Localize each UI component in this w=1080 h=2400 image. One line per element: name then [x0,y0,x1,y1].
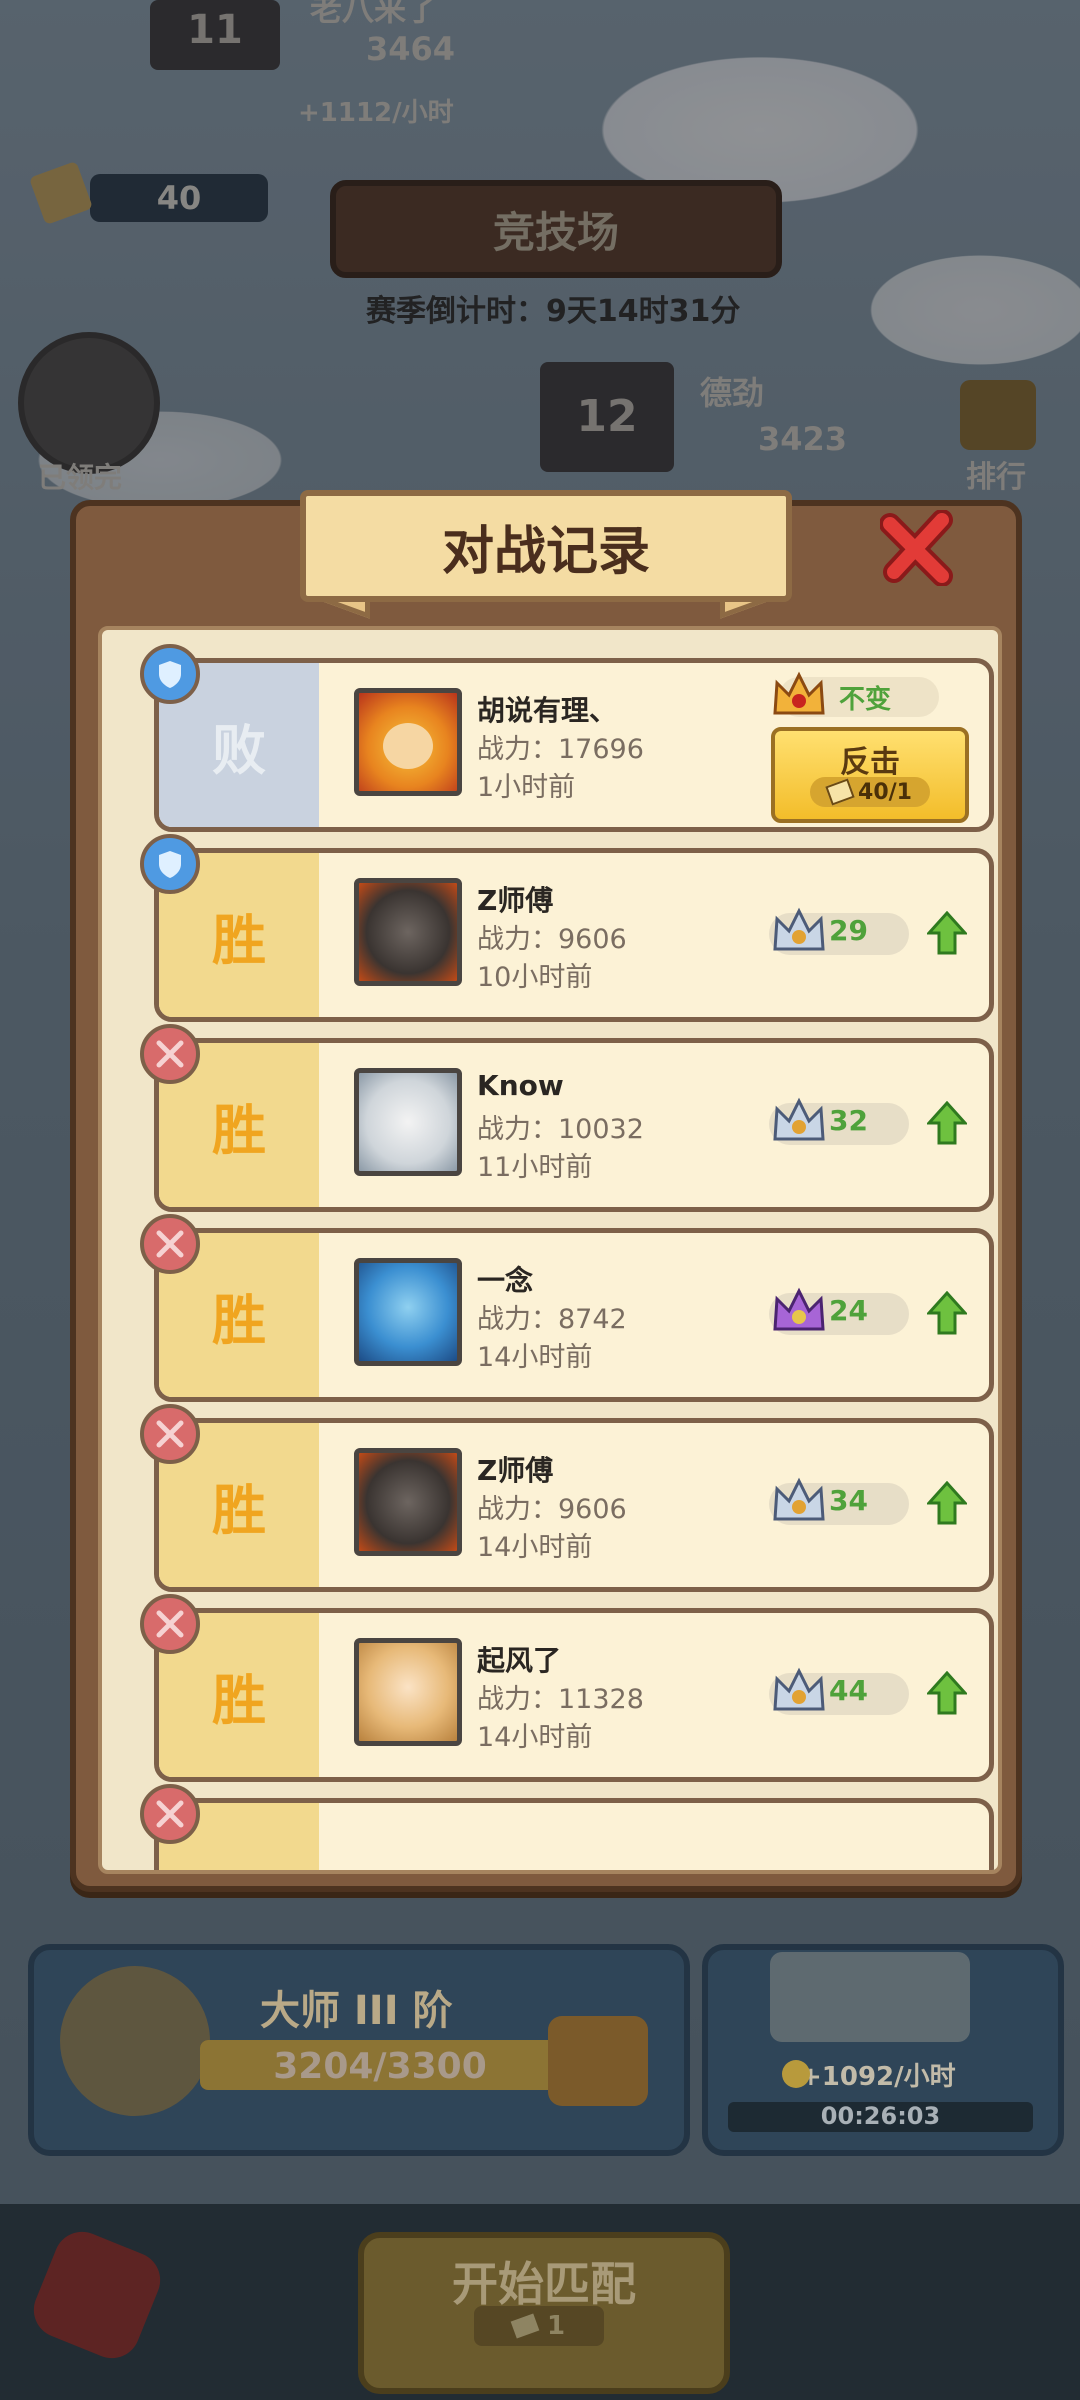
crown-gold-icon [771,669,827,721]
rank-change-value: 44 [829,1674,868,1707]
opponent-power: 战力：11328 [477,1677,644,1716]
opponent-name: Z师傅 [477,884,554,917]
opponent-avatar[interactable] [354,878,462,986]
power-value: 9606 [558,1494,627,1525]
opponent-avatar[interactable] [354,688,462,796]
crossed-swords-icon [140,1404,200,1464]
crown-silver-icon [771,905,827,961]
shield-icon [140,834,200,894]
idle-income: +1092/小时 [800,2062,956,2092]
rank-emblem-icon [60,1966,210,2116]
power-label: 战力： [477,1494,558,1525]
rank-change-value: 34 [829,1484,868,1517]
opponent-name: Z师傅 [477,1454,554,1487]
opponent-power: 战力：10032 [477,1107,644,1146]
opponent-avatar[interactable] [354,1448,462,1556]
opponent-name: 一念 [477,1264,534,1297]
gold-mine-icon [770,1952,970,2042]
close-icon [880,510,953,586]
power-value: 11328 [558,1684,644,1715]
revenge-label: 反击 [840,745,900,780]
power-label: 战力： [477,734,558,765]
battle-time: 11小时前 [477,1152,593,1183]
opponent-name: 胡说有理、 [477,694,618,727]
rank-progress-text: 3204/3300 [273,2046,487,2087]
record-row: 胜 Z师傅 战力：9606 10小时前 29 [154,848,994,1022]
crown-silver-icon [771,1475,827,1531]
power-value: 17696 [558,734,644,765]
opponent-power: 战力：9606 [477,1487,627,1526]
opponent-name: 起风了 [477,1644,562,1677]
power-label: 战力： [477,1114,558,1145]
chest-icon[interactable] [548,2016,648,2106]
ticket-icon [510,2313,540,2339]
battle-time: 14小时前 [477,1342,593,1373]
crossed-swords-icon [140,1784,200,1844]
rank-change-text: 不变 [839,685,892,715]
crossed-swords-icon [140,1024,200,1084]
arrow-up-icon [925,1100,969,1149]
start-match-cost: 1 [474,2306,604,2346]
result-text: 胜 [212,1098,266,1162]
result-text: 胜 [212,1288,266,1352]
battle-time: 1小时前 [477,772,576,803]
rank-change-value: 32 [829,1104,868,1137]
opponent-avatar[interactable] [354,1258,462,1366]
close-button[interactable] [878,508,958,588]
opponent-avatar[interactable] [354,1068,462,1176]
rank-change-value: 24 [829,1294,868,1327]
opponent-power: 战力：17696 [477,727,644,766]
revenge-button[interactable]: 反击 40/1 [771,727,969,823]
arrow-up-icon [925,910,969,959]
idle-timer: 00:26:03 [820,2102,941,2130]
modal-title: 对战记录 [441,521,650,582]
rank-title: 大师 III 阶 [260,1988,453,2034]
monkey-face-icon [383,723,433,769]
battle-time: 14小时前 [477,1722,593,1753]
start-match-label: 开始匹配 [452,2257,636,2311]
battle-record-modal: 败 胡说有理、 战力：17696 1小时前 不变 反击 40/1 胜 Z师傅 战… [70,500,1022,1892]
revenge-cost: 40/1 [810,777,930,807]
record-row: 胜 Z师傅 战力：9606 14小时前 34 [154,1418,994,1592]
crossed-swords-icon [140,1594,200,1654]
arrow-up-icon [925,1290,969,1339]
record-row: 胜 Know 战力：10032 11小时前 32 [154,1038,994,1212]
battle-time: 10小时前 [477,962,593,993]
revenge-cost-value: 40/1 [858,779,912,805]
opponent-avatar[interactable] [354,1638,462,1746]
power-value: 9606 [558,924,627,955]
modal-title-ribbon: 对战记录 [300,490,792,602]
ticket-icon [825,778,855,806]
opponent-name: Know [477,1069,564,1102]
start-cost-value: 1 [546,2311,566,2341]
power-label: 战力： [477,1304,558,1335]
result-text: 胜 [212,1668,266,1732]
record-row: 败 胡说有理、 战力：17696 1小时前 不变 反击 40/1 [154,658,994,832]
power-label: 战力： [477,1684,558,1715]
record-row: 胜 一念 战力：8742 14小时前 24 [154,1228,994,1402]
arrow-up-icon [925,1670,969,1719]
crown-purple-icon [771,1285,827,1341]
result-text: 胜 [212,908,266,972]
record-row: 胜 起风了 战力：11328 14小时前 44 [154,1608,994,1782]
coin-icon [782,2060,810,2088]
crown-silver-icon [771,1095,827,1151]
rank-change-value: 29 [829,914,868,947]
result-text: 败 [212,718,266,782]
record-row [154,1798,994,1870]
power-label: 战力： [477,924,558,955]
power-value: 10032 [558,1114,644,1145]
shield-icon [140,644,200,704]
opponent-power: 战力：8742 [477,1297,627,1336]
crown-silver-icon [771,1665,827,1721]
result-text: 胜 [212,1478,266,1542]
battle-time: 14小时前 [477,1532,593,1563]
arrow-up-icon [925,1480,969,1529]
record-list[interactable]: 败 胡说有理、 战力：17696 1小时前 不变 反击 40/1 胜 Z师傅 战… [98,626,1002,1874]
opponent-power: 战力：9606 [477,917,627,956]
crossed-swords-icon [140,1214,200,1274]
power-value: 8742 [558,1304,627,1335]
